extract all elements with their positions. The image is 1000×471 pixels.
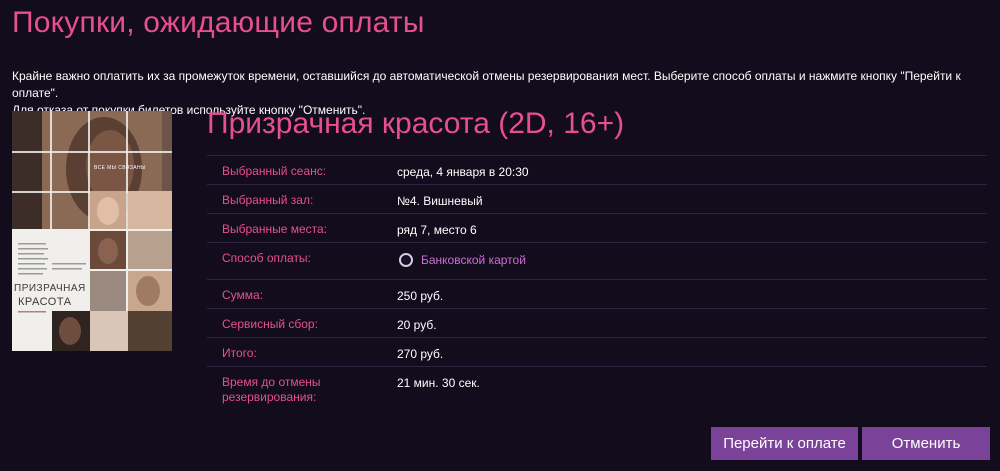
- total-value: 270 руб.: [397, 337, 987, 367]
- session-value: среда, 4 января в 20:30: [397, 155, 987, 185]
- poster-artwork: [12, 111, 172, 351]
- payment-option-label[interactable]: Банковской картой: [421, 253, 526, 267]
- total-row: Итого: 270 руб.: [207, 337, 987, 367]
- hall-value: №4. Вишневый: [397, 184, 987, 214]
- payment-row: Способ оплаты: Банковской картой: [207, 242, 987, 280]
- intro-line-1: Крайне важно оплатить их за промежуток в…: [12, 69, 961, 100]
- timer-row: Время до отмены резервирования: 21 мин. …: [207, 367, 987, 413]
- sum-row: Сумма: 250 руб.: [207, 279, 987, 309]
- seats-value: ряд 7, место 6: [397, 213, 987, 243]
- fee-label: Сервисный сбор:: [207, 308, 397, 338]
- proceed-to-payment-button[interactable]: Перейти к оплате: [711, 427, 858, 460]
- payment-label: Способ оплаты:: [207, 242, 397, 280]
- radio-selected-dot-icon: [403, 257, 409, 263]
- seats-row: Выбранные места: ряд 7, место 6: [207, 213, 987, 243]
- booking-details-table: Выбранный сеанс: среда, 4 января в 20:30…: [207, 155, 987, 413]
- cancel-button[interactable]: Отменить: [862, 427, 990, 460]
- payment-option-card[interactable]: Банковской картой: [397, 253, 526, 267]
- payment-radio-button[interactable]: [399, 253, 413, 267]
- movie-title: Призрачная красота (2D, 16+): [207, 107, 625, 140]
- seats-label: Выбранные места:: [207, 213, 397, 243]
- payment-value: Банковской картой: [397, 242, 987, 280]
- page-title: Покупки, ожидающие оплаты: [12, 6, 425, 39]
- poster-title-line1: ПРИЗРАЧНАЯ: [14, 283, 86, 294]
- session-label: Выбранный сеанс:: [207, 155, 397, 185]
- movie-poster: ВСЕ МЫ СВЯЗАНЫ ПРИЗРАЧНАЯ КРАСОТА: [12, 111, 172, 351]
- timer-label: Время до отмены резервирования:: [222, 375, 321, 404]
- hall-label: Выбранный зал:: [207, 184, 397, 214]
- timer-value: 21 мин. 30 сек.: [397, 376, 480, 390]
- fee-row: Сервисный сбор: 20 руб.: [207, 308, 987, 338]
- sum-value: 250 руб.: [397, 279, 987, 309]
- sum-label: Сумма:: [207, 279, 397, 309]
- total-label: Итого:: [207, 337, 397, 367]
- poster-title-line2: КРАСОТА: [18, 296, 72, 308]
- session-row: Выбранный сеанс: среда, 4 января в 20:30: [207, 155, 987, 185]
- poster-tagline: ВСЕ МЫ СВЯЗАНЫ: [94, 165, 146, 171]
- fee-value: 20 руб.: [397, 308, 987, 338]
- hall-row: Выбранный зал: №4. Вишневый: [207, 184, 987, 214]
